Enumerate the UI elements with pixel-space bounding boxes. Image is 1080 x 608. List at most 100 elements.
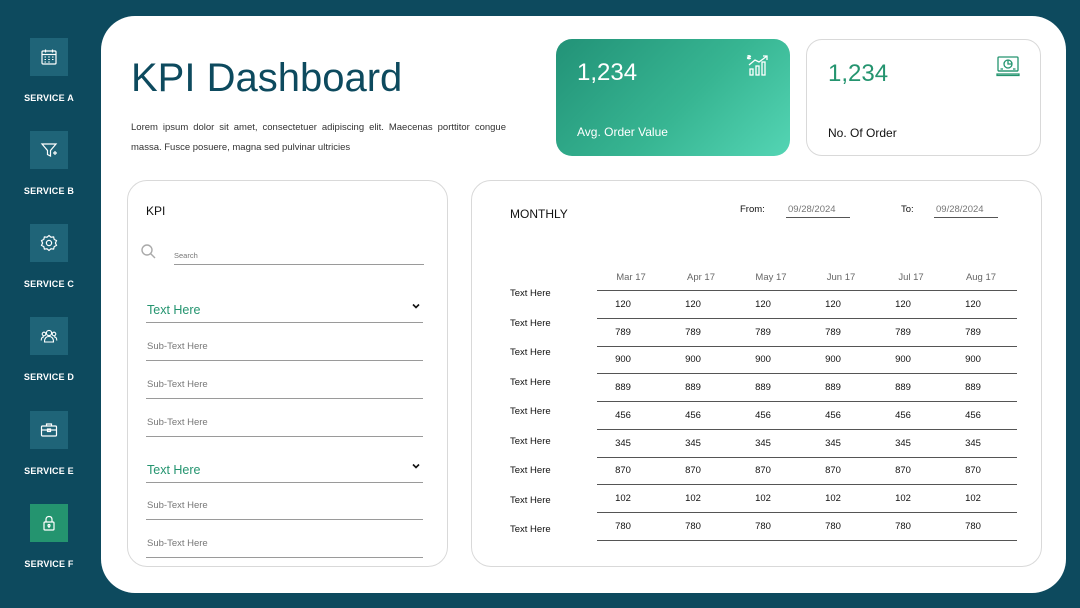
kpi-sub-item-label: Sub-Text Here bbox=[147, 417, 208, 428]
kpi-group-header[interactable]: Text Here bbox=[146, 299, 423, 323]
table-cell: 345 bbox=[685, 437, 701, 449]
table-cell: 780 bbox=[615, 520, 631, 532]
table-cell: 780 bbox=[965, 520, 981, 532]
table-row: 345 345 345 345 345 345 bbox=[597, 430, 1017, 458]
kpi-sub-item[interactable]: Sub-Text Here bbox=[146, 538, 423, 558]
sidebar: SERVICE A SERVICE B SERVICE C SERVICE D … bbox=[0, 0, 98, 608]
table-cell: 870 bbox=[895, 465, 911, 477]
card-label: Avg. Order Value bbox=[577, 125, 668, 139]
column-header: Aug 17 bbox=[965, 272, 997, 283]
table-cell: 120 bbox=[965, 299, 981, 310]
from-date-field[interactable]: 09/28/2024 bbox=[786, 204, 850, 218]
column-header: May 17 bbox=[755, 272, 787, 283]
lock-icon bbox=[30, 504, 68, 542]
sidebar-item-service-d[interactable]: SERVICE D bbox=[0, 317, 98, 382]
table-cell: 102 bbox=[755, 492, 771, 504]
table-cell: 102 bbox=[825, 492, 841, 504]
table-row: 870 870 870 870 870 870 bbox=[597, 457, 1017, 486]
kpi-panel-title: KPI bbox=[146, 204, 166, 218]
table-cell: 120 bbox=[895, 299, 911, 310]
column-header: Jun 17 bbox=[826, 272, 856, 283]
kpi-sub-item[interactable]: Sub-Text Here bbox=[146, 417, 423, 437]
row-label: Text Here bbox=[510, 494, 551, 506]
row-label: Text Here bbox=[510, 288, 551, 299]
to-date-field[interactable]: 09/28/2024 bbox=[934, 204, 998, 218]
table-cell: 889 bbox=[755, 382, 771, 394]
settings-icon bbox=[30, 224, 68, 262]
to-label: To: bbox=[901, 204, 914, 215]
table-cell: 780 bbox=[825, 520, 841, 532]
card-value: 1,234 bbox=[577, 59, 638, 86]
table-cell: 456 bbox=[685, 409, 701, 421]
card-value: 1,234 bbox=[828, 60, 889, 87]
table-cell: 789 bbox=[965, 326, 981, 338]
table-cell: 456 bbox=[825, 409, 841, 421]
table-cell: 900 bbox=[615, 354, 631, 366]
table-cell: 789 bbox=[615, 326, 631, 338]
team-icon bbox=[30, 317, 68, 355]
column-header: Jul 17 bbox=[898, 272, 924, 283]
sidebar-item-label: SERVICE E bbox=[24, 466, 74, 476]
kpi-group-header[interactable]: Text Here bbox=[146, 459, 423, 483]
column-header: Mar 17 bbox=[616, 272, 646, 283]
kpi-sub-item[interactable]: Sub-Text Here bbox=[146, 500, 423, 520]
dashboard-monitor-icon bbox=[996, 56, 1020, 77]
table-row: 102 102 102 102 102 102 bbox=[597, 485, 1017, 513]
order-count-card[interactable]: 1,234 No. Of Order bbox=[806, 39, 1041, 156]
avg-order-value-card[interactable]: 1,234 Avg. Order Value bbox=[556, 39, 790, 156]
calendar-icon bbox=[30, 38, 68, 76]
kpi-sub-item-label: Sub-Text Here bbox=[147, 341, 208, 352]
table-cell: 345 bbox=[615, 437, 631, 449]
sidebar-item-service-c[interactable]: SERVICE C bbox=[0, 224, 98, 289]
table-cell: 345 bbox=[825, 437, 841, 449]
table-cell: 900 bbox=[895, 354, 911, 366]
table-cell: 789 bbox=[895, 326, 911, 338]
table-cell: 456 bbox=[895, 409, 911, 421]
kpi-panel: KPI Text Here Sub-Text Here Sub-Text Her… bbox=[127, 180, 448, 567]
kpi-group-title: Text Here bbox=[147, 463, 201, 477]
briefcase-icon bbox=[30, 411, 68, 449]
sidebar-item-service-e[interactable]: SERVICE E bbox=[0, 411, 98, 476]
sidebar-item-service-b[interactable]: SERVICE B bbox=[0, 131, 98, 196]
sidebar-item-label: SERVICE C bbox=[23, 279, 75, 289]
sidebar-item-label: SERVICE F bbox=[24, 559, 74, 569]
kpi-sub-item[interactable]: Sub-Text Here bbox=[146, 379, 423, 399]
table-cell: 870 bbox=[825, 465, 841, 477]
table-cell: 780 bbox=[895, 520, 911, 532]
search-input[interactable] bbox=[174, 247, 424, 265]
row-label: Text Here bbox=[510, 347, 551, 358]
monthly-title: MONTHLY bbox=[510, 207, 568, 221]
table-cell: 102 bbox=[895, 492, 911, 504]
kpi-sub-item-label: Sub-Text Here bbox=[147, 500, 208, 511]
sidebar-item-service-a[interactable]: SERVICE A bbox=[0, 38, 98, 103]
kpi-sub-item[interactable]: Sub-Text Here bbox=[146, 341, 423, 361]
table-cell: 345 bbox=[965, 437, 981, 449]
table-cell: 102 bbox=[615, 492, 631, 504]
table-cell: 870 bbox=[965, 465, 981, 477]
table-cell: 789 bbox=[825, 326, 841, 338]
table-cell: 789 bbox=[755, 326, 771, 338]
chevron-down-icon bbox=[412, 303, 420, 309]
row-label: Text Here bbox=[510, 376, 551, 388]
growth-chart-icon bbox=[746, 55, 768, 76]
table-cell: 870 bbox=[615, 465, 631, 477]
sidebar-item-label: SERVICE A bbox=[24, 93, 74, 103]
sidebar-item-label: SERVICE D bbox=[23, 372, 75, 382]
table-row: 780 780 780 780 780 780 bbox=[597, 513, 1017, 541]
from-label: From: bbox=[740, 204, 765, 215]
table-cell: 900 bbox=[825, 354, 841, 366]
kpi-group-title: Text Here bbox=[147, 303, 201, 317]
table-cell: 789 bbox=[685, 326, 701, 338]
table-row: 900 900 900 900 900 900 bbox=[597, 346, 1017, 375]
row-label: Text Here bbox=[510, 524, 551, 535]
table-cell: 102 bbox=[965, 492, 981, 504]
kpi-sub-item-label: Sub-Text Here bbox=[147, 379, 208, 390]
table-cell: 120 bbox=[685, 299, 701, 310]
table-cell: 889 bbox=[615, 382, 631, 394]
table-cell: 780 bbox=[685, 520, 701, 532]
row-label: Text Here bbox=[510, 465, 551, 476]
sidebar-item-service-f[interactable]: SERVICE F bbox=[0, 504, 98, 569]
table-cell: 456 bbox=[615, 409, 631, 421]
main-panel: KPI Dashboard Lorem ipsum dolor sit amet… bbox=[101, 16, 1066, 593]
table-cell: 456 bbox=[965, 409, 981, 421]
